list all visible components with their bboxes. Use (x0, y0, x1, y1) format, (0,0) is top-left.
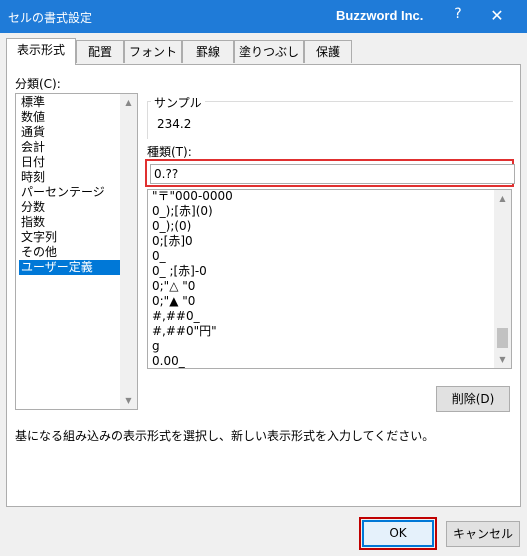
format-item[interactable]: 0_ ;[赤]-0 (152, 264, 207, 279)
ok-button[interactable]: OK (362, 520, 434, 547)
category-item[interactable]: その他 (19, 245, 123, 260)
category-list[interactable]: 標準 数値 通貨 会計 日付 時刻 パーセンテージ 分数 指数 文字列 その他 … (15, 93, 138, 410)
brand-label: Buzzword Inc. (336, 8, 424, 23)
category-item[interactable]: 通貨 (19, 125, 123, 140)
format-item[interactable]: #,##0"円" (152, 324, 217, 339)
type-label: 種類(T): (147, 145, 192, 159)
format-item[interactable]: "〒"000-0000 (152, 190, 233, 204)
format-item[interactable]: #,##0_ (152, 309, 200, 324)
format-list[interactable]: "〒"000-0000 0_);[赤](0) 0_);(0) 0;[赤]0 0_… (147, 189, 512, 369)
scroll-down-icon[interactable]: ▼ (120, 392, 137, 409)
category-item-selected[interactable]: ユーザー定義 (19, 260, 123, 275)
tab-font[interactable]: フォント (124, 40, 182, 63)
tab-protection[interactable]: 保護 (304, 40, 352, 63)
category-item[interactable]: 日付 (19, 155, 123, 170)
cancel-button[interactable]: キャンセル (446, 521, 520, 547)
format-item[interactable]: 0;"▲ "0 (152, 294, 195, 309)
format-item[interactable]: 0;[赤]0 (152, 234, 193, 249)
format-item[interactable]: 0_);[赤](0) (152, 204, 213, 219)
format-item[interactable]: 0.00_ (152, 354, 185, 368)
sample-value: 234.2 (157, 117, 192, 131)
category-item[interactable]: 数値 (19, 110, 123, 125)
format-item[interactable]: g (152, 339, 160, 354)
help-button[interactable]: ? (448, 6, 468, 26)
delete-button[interactable]: 削除(D) (436, 386, 510, 412)
category-label: 分類(C): (15, 77, 61, 91)
category-item[interactable]: 指数 (19, 215, 123, 230)
scroll-up-icon[interactable]: ▲ (494, 190, 511, 207)
category-item[interactable]: パーセンテージ (19, 185, 123, 200)
format-scrollbar[interactable]: ▲ ▼ (494, 190, 511, 368)
category-item[interactable]: 標準 (19, 95, 123, 110)
category-scrollbar[interactable]: ▲ ▼ (120, 94, 137, 409)
category-item[interactable]: 分数 (19, 200, 123, 215)
format-item[interactable]: 0_);(0) (152, 219, 191, 234)
scroll-thumb[interactable] (497, 328, 508, 348)
tab-number-format[interactable]: 表示形式 (6, 38, 76, 65)
type-input-highlight (145, 159, 515, 187)
category-item[interactable]: 時刻 (19, 170, 123, 185)
scroll-down-icon[interactable]: ▼ (494, 351, 511, 368)
title-bar: セルの書式設定 Buzzword Inc. ? ✕ (0, 0, 527, 33)
tab-border[interactable]: 罫線 (182, 40, 234, 63)
type-input[interactable] (150, 164, 515, 184)
tab-fill[interactable]: 塗りつぶし (234, 40, 304, 63)
tab-alignment[interactable]: 配置 (76, 40, 124, 63)
scroll-up-icon[interactable]: ▲ (120, 94, 137, 111)
category-item[interactable]: 文字列 (19, 230, 123, 245)
window-title: セルの書式設定 (8, 11, 93, 25)
description-text: 基になる組み込みの表示形式を選択し、新しい表示形式を入力してください。 (15, 429, 435, 443)
sample-label: サンプル (151, 94, 205, 111)
category-item[interactable]: 会計 (19, 140, 123, 155)
close-button[interactable]: ✕ (483, 4, 511, 28)
format-item[interactable]: 0;"△ "0 (152, 279, 195, 294)
format-item[interactable]: 0_ (152, 249, 166, 264)
